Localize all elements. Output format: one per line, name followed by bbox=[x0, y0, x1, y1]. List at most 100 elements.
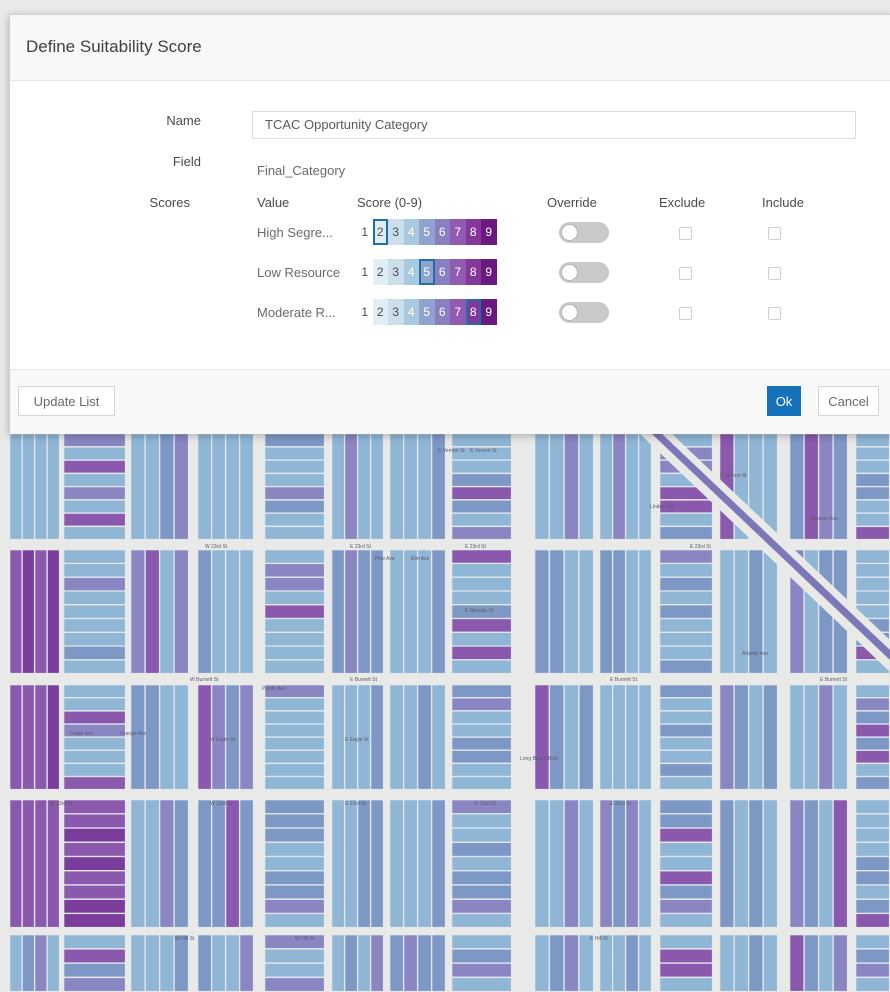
score-option[interactable]: 3 bbox=[388, 259, 404, 285]
parcel bbox=[855, 813, 890, 828]
cancel-button[interactable]: Cancel bbox=[818, 386, 879, 416]
parcel bbox=[719, 934, 734, 992]
parcel bbox=[818, 934, 833, 992]
score-option[interactable]: 3 bbox=[388, 219, 404, 245]
parcel bbox=[451, 632, 512, 647]
parcel bbox=[389, 549, 404, 674]
parcel bbox=[63, 513, 126, 527]
parcel bbox=[451, 563, 512, 578]
parcel bbox=[63, 870, 126, 885]
parcel bbox=[417, 549, 432, 674]
score-option[interactable]: 4 bbox=[403, 219, 419, 245]
parcel bbox=[357, 549, 371, 674]
parcel bbox=[659, 963, 713, 978]
parcel bbox=[534, 433, 550, 540]
score-option[interactable]: 1 bbox=[357, 299, 373, 325]
parcel bbox=[659, 828, 713, 843]
include-checkbox[interactable] bbox=[768, 307, 781, 320]
score-option[interactable]: 2 bbox=[372, 299, 388, 325]
parcel bbox=[197, 934, 212, 992]
parcel bbox=[855, 842, 890, 857]
score-option[interactable]: 3 bbox=[388, 299, 404, 325]
score-option[interactable]: 8 bbox=[465, 299, 481, 325]
parcel bbox=[625, 684, 639, 790]
update-list-button[interactable]: Update List bbox=[18, 386, 115, 416]
score-option[interactable]: 4 bbox=[403, 259, 419, 285]
parcel bbox=[389, 799, 404, 928]
score-option[interactable]: 8 bbox=[465, 259, 481, 285]
parcel bbox=[659, 526, 713, 540]
parcel bbox=[431, 799, 446, 928]
override-toggle[interactable] bbox=[559, 262, 609, 283]
parcel bbox=[855, 977, 890, 992]
include-checkbox[interactable] bbox=[768, 227, 781, 240]
score-option[interactable]: 1 bbox=[357, 219, 373, 245]
parcel bbox=[417, 433, 432, 540]
score-option[interactable]: 6 bbox=[434, 299, 450, 325]
parcel bbox=[34, 549, 47, 674]
parcel bbox=[63, 590, 126, 605]
score-option[interactable]: 6 bbox=[434, 219, 450, 245]
override-toggle[interactable] bbox=[559, 302, 609, 323]
parcel bbox=[855, 684, 890, 698]
score-option[interactable]: 8 bbox=[465, 219, 481, 245]
parcel bbox=[564, 433, 579, 540]
ok-button[interactable]: Ok bbox=[767, 386, 801, 416]
parcel bbox=[763, 684, 778, 790]
scores-label: Scores bbox=[149, 195, 190, 210]
score-option[interactable]: 6 bbox=[434, 259, 450, 285]
score-option[interactable]: 7 bbox=[450, 219, 466, 245]
exclude-checkbox[interactable] bbox=[679, 307, 692, 320]
parcel bbox=[63, 856, 126, 871]
parcel bbox=[549, 799, 564, 928]
parcel bbox=[225, 433, 240, 540]
parcel bbox=[63, 632, 126, 647]
score-option[interactable]: 7 bbox=[450, 259, 466, 285]
parcel bbox=[264, 763, 325, 777]
score-option[interactable]: 9 bbox=[481, 219, 497, 245]
parcel bbox=[264, 856, 325, 871]
score-option[interactable]: 1 bbox=[357, 259, 373, 285]
parcel bbox=[63, 776, 126, 790]
score-option[interactable]: 5 bbox=[419, 219, 435, 245]
parcel bbox=[855, 870, 890, 885]
score-option[interactable]: 7 bbox=[450, 299, 466, 325]
parcel bbox=[855, 724, 890, 738]
score-option[interactable]: 9 bbox=[481, 259, 497, 285]
parcel bbox=[63, 750, 126, 764]
parcel bbox=[264, 433, 325, 447]
exclude-checkbox[interactable] bbox=[679, 267, 692, 280]
override-column-header: Override bbox=[547, 195, 597, 210]
parcel bbox=[174, 433, 189, 540]
parcel bbox=[159, 799, 174, 928]
name-input[interactable]: TCAC Opportunity Category bbox=[252, 111, 856, 139]
street-label: Dawson Ave bbox=[810, 516, 838, 522]
street-label: W Hill St bbox=[175, 936, 195, 942]
parcel bbox=[264, 913, 325, 928]
parcel bbox=[63, 659, 126, 674]
parcel bbox=[549, 684, 564, 790]
score-option[interactable]: 4 bbox=[403, 299, 419, 325]
parcel bbox=[804, 684, 819, 790]
override-toggle[interactable] bbox=[559, 222, 609, 243]
parcel bbox=[63, 963, 126, 978]
parcel bbox=[564, 799, 579, 928]
score-option[interactable]: 2 bbox=[372, 219, 388, 245]
score-option[interactable]: 5 bbox=[419, 259, 435, 285]
parcel bbox=[22, 549, 35, 674]
parcel bbox=[549, 433, 564, 540]
parcel bbox=[63, 884, 126, 899]
parcel bbox=[63, 499, 126, 513]
include-checkbox[interactable] bbox=[768, 267, 781, 280]
exclude-checkbox[interactable] bbox=[679, 227, 692, 240]
score-option[interactable]: 5 bbox=[419, 299, 435, 325]
parcel bbox=[659, 913, 713, 928]
parcel bbox=[63, 842, 126, 857]
parcel bbox=[431, 684, 446, 790]
score-scale: 123456789 bbox=[357, 219, 497, 245]
parcel bbox=[264, 526, 325, 540]
parcel bbox=[451, 776, 512, 790]
score-option[interactable]: 2 bbox=[372, 259, 388, 285]
parcel bbox=[451, 763, 512, 777]
score-option[interactable]: 9 bbox=[481, 299, 497, 325]
